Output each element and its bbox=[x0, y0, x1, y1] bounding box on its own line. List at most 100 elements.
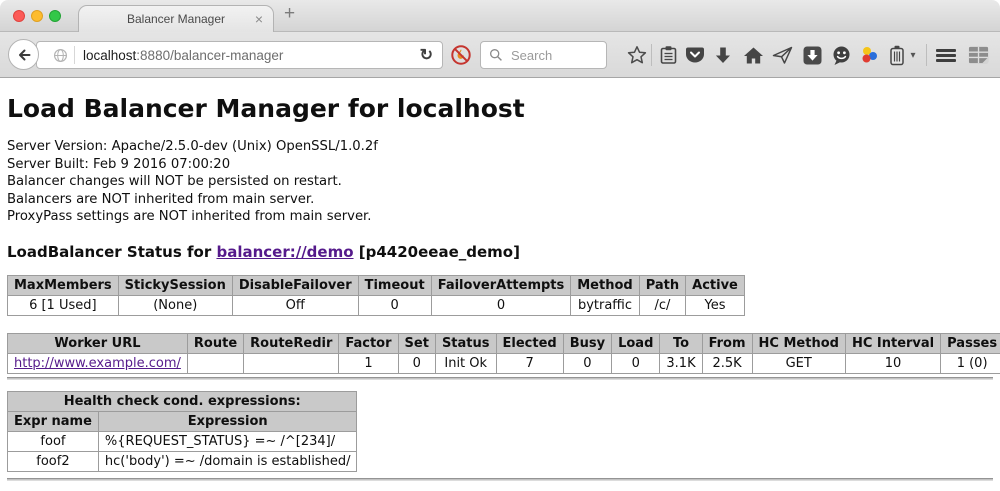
column-header: DisableFailover bbox=[232, 275, 358, 295]
server-built-line: Server Built: Feb 9 2016 07:00:20 bbox=[7, 156, 993, 174]
flash-blocked-button[interactable] bbox=[449, 43, 473, 67]
reading-list-button[interactable] bbox=[657, 44, 679, 66]
column-header: Elected bbox=[496, 333, 563, 353]
notice-line: Balancer changes will NOT be persisted o… bbox=[7, 173, 993, 191]
path-cell: /c/ bbox=[639, 295, 685, 315]
route-cell bbox=[187, 353, 243, 373]
column-header: Timeout bbox=[358, 275, 431, 295]
archive-icon bbox=[889, 45, 905, 66]
color-dots-extension-button[interactable] bbox=[858, 44, 880, 66]
failoverattempts-cell: 0 bbox=[431, 295, 571, 315]
toolbar-divider bbox=[926, 44, 927, 66]
url-path: :8880/balancer-manager bbox=[136, 48, 283, 63]
back-arrow-icon bbox=[16, 47, 32, 63]
status-prefix: LoadBalancer Status for bbox=[7, 243, 216, 261]
column-header: Active bbox=[686, 275, 745, 295]
worker-url-link[interactable]: http://www.example.com/ bbox=[14, 356, 181, 371]
column-header: MaxMembers bbox=[8, 275, 119, 295]
table-header-row: MaxMembers StickySession DisableFailover… bbox=[8, 275, 745, 295]
close-window-button[interactable] bbox=[13, 10, 25, 22]
column-header: Path bbox=[639, 275, 685, 295]
elected-cell: 7 bbox=[496, 353, 563, 373]
column-header: Load bbox=[612, 333, 660, 353]
minimize-window-button[interactable] bbox=[31, 10, 43, 22]
table-header-row: Worker URL Route RouteRedir Factor Set S… bbox=[8, 333, 1000, 353]
loadbalancer-status-heading: LoadBalancer Status for balancer://demo … bbox=[7, 243, 993, 261]
video-download-button[interactable] bbox=[801, 44, 823, 66]
search-input[interactable] bbox=[509, 47, 598, 64]
worker-status-table: Worker URL Route RouteRedir Factor Set S… bbox=[7, 333, 1000, 374]
downloads-button[interactable] bbox=[712, 44, 734, 66]
column-header: Factor bbox=[339, 333, 398, 353]
table-row: http://www.example.com/ 1 0 Init Ok 7 0 … bbox=[8, 353, 1000, 373]
set-cell: 0 bbox=[398, 353, 435, 373]
table-row: 6 [1 Used] (None) Off 0 0 bytraffic /c/ … bbox=[8, 295, 745, 315]
close-tab-icon[interactable]: × bbox=[255, 10, 263, 28]
send-tab-button[interactable] bbox=[771, 44, 793, 66]
maxmembers-cell: 6 [1 Used] bbox=[8, 295, 119, 315]
column-header: From bbox=[702, 333, 752, 353]
home-icon bbox=[743, 46, 764, 65]
new-tab-button[interactable]: + bbox=[284, 3, 295, 25]
url-text[interactable]: localhost:8880/balancer-manager bbox=[83, 48, 411, 63]
column-header: Expression bbox=[98, 411, 357, 431]
pages-extension-button[interactable] bbox=[968, 44, 990, 66]
table-row: foof %{REQUEST_STATUS} =~ /^[234]/ bbox=[8, 431, 357, 451]
server-info: Server Version: Apache/2.5.0-dev (Unix) … bbox=[7, 138, 993, 226]
pocket-icon bbox=[685, 46, 705, 65]
to-cell: 3.1K bbox=[660, 353, 702, 373]
back-button[interactable] bbox=[8, 39, 39, 70]
download-arrow-icon bbox=[714, 46, 732, 65]
site-identity-globe-icon[interactable] bbox=[53, 48, 68, 63]
home-button[interactable] bbox=[742, 44, 764, 66]
reload-button[interactable]: ↻ bbox=[411, 45, 442, 65]
flash-blocked-icon bbox=[450, 44, 472, 66]
zoom-window-button[interactable] bbox=[49, 10, 61, 22]
hc-interval-cell: 10 bbox=[845, 353, 940, 373]
search-bar[interactable] bbox=[480, 41, 607, 69]
color-dots-icon bbox=[859, 45, 880, 66]
expr-name-cell: foof bbox=[8, 431, 99, 451]
notice-line: ProxyPass settings are NOT inherited fro… bbox=[7, 208, 993, 226]
from-cell: 2.5K bbox=[702, 353, 752, 373]
archive-extension-button[interactable] bbox=[888, 44, 906, 66]
server-version-line: Server Version: Apache/2.5.0-dev (Unix) … bbox=[7, 138, 993, 156]
status-cell: Init Ok bbox=[435, 353, 496, 373]
column-header: Route bbox=[187, 333, 243, 353]
menu-button[interactable] bbox=[935, 44, 957, 66]
column-header: Expr name bbox=[8, 411, 99, 431]
hc-method-cell: GET bbox=[752, 353, 845, 373]
timeout-cell: 0 bbox=[358, 295, 431, 315]
search-icon bbox=[489, 48, 503, 62]
health-check-table: Health check cond. expressions: Expr nam… bbox=[7, 391, 357, 472]
column-header: RouteRedir bbox=[244, 333, 339, 353]
page-title: Load Balancer Manager for localhost bbox=[7, 94, 993, 123]
download-box-icon bbox=[803, 46, 822, 65]
pocket-button[interactable] bbox=[684, 44, 706, 66]
url-separator bbox=[74, 46, 75, 64]
column-header: FailoverAttempts bbox=[431, 275, 571, 295]
health-table-title: Health check cond. expressions: bbox=[8, 391, 357, 411]
column-header: Status bbox=[435, 333, 496, 353]
pages-grid-icon bbox=[968, 45, 990, 66]
url-bar[interactable]: localhost:8880/balancer-manager ↻ bbox=[36, 41, 443, 69]
clipboard-icon bbox=[659, 45, 678, 65]
bookmark-star-button[interactable] bbox=[626, 44, 648, 66]
chat-smiley-button[interactable] bbox=[830, 44, 852, 66]
column-header: Busy bbox=[563, 333, 611, 353]
tab-balancer-manager[interactable]: Balancer Manager × bbox=[78, 5, 274, 32]
hamburger-icon bbox=[936, 49, 956, 62]
stickysession-cell: (None) bbox=[118, 295, 232, 315]
browser-window: Balancer Manager × + localhost:8880/bala… bbox=[0, 0, 1000, 491]
balancer-demo-link[interactable]: balancer://demo bbox=[216, 243, 353, 261]
column-header: Worker URL bbox=[8, 333, 188, 353]
column-header: Passes bbox=[941, 333, 1000, 353]
factor-cell: 1 bbox=[339, 353, 398, 373]
column-header: HC Interval bbox=[845, 333, 940, 353]
method-cell: bytraffic bbox=[571, 295, 639, 315]
notice-line: Balancers are NOT inherited from main se… bbox=[7, 191, 993, 209]
toolbar-divider bbox=[651, 44, 652, 66]
archive-dropdown-button[interactable]: ▾ bbox=[906, 44, 920, 66]
balancer-settings-table: MaxMembers StickySession DisableFailover… bbox=[7, 275, 745, 316]
status-suffix: [p4420eeae_demo] bbox=[354, 243, 520, 261]
